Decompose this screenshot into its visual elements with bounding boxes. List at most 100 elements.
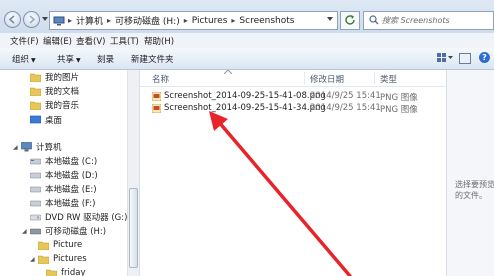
column-header-name[interactable]: 名称 bbox=[152, 73, 169, 85]
menu-edit[interactable]: 编辑(E) bbox=[43, 35, 72, 47]
png-file-icon bbox=[152, 92, 161, 101]
tree-item-label: 可移动磁盘 (H:) bbox=[45, 226, 107, 237]
refresh-icon bbox=[345, 15, 355, 25]
drive-icon bbox=[30, 158, 41, 164]
address-dropdown-icon[interactable] bbox=[327, 17, 333, 21]
desktop-icon bbox=[30, 115, 41, 123]
dropdown-arrow-icon: ▼ bbox=[31, 57, 36, 64]
tree-item-label: 计算机 bbox=[36, 142, 62, 153]
tree-item-drive-e[interactable]: 本地磁盘 (E:) bbox=[30, 182, 97, 195]
tree-item-removable-drive-h[interactable]: 可移动磁盘 (H:) bbox=[30, 224, 106, 237]
breadcrumb-item-computer[interactable]: 计算机 bbox=[73, 14, 106, 27]
burn-button[interactable]: 刻录 bbox=[97, 53, 114, 65]
tree-item-drive-c[interactable]: 本地磁盘 (C:) bbox=[30, 154, 97, 167]
music-folder-icon bbox=[30, 101, 41, 110]
file-name: Screenshot_2014-09-25-15-41-34.png bbox=[164, 103, 326, 113]
file-row[interactable]: Screenshot_2014-09-25-15-41-34.png 2014/… bbox=[140, 102, 446, 115]
png-file-icon bbox=[152, 104, 161, 113]
refresh-button[interactable] bbox=[340, 11, 360, 30]
command-toolbar: 组织 ▼ 共享 ▼ 刻录 新建文件夹 ? bbox=[0, 48, 494, 70]
tree-item-my-documents[interactable]: 我的文档 bbox=[30, 84, 79, 97]
menu-view[interactable]: 查看(V) bbox=[76, 35, 105, 47]
pictures-folder-icon bbox=[30, 73, 41, 82]
tree-item-label: 本地磁盘 (C:) bbox=[45, 156, 98, 167]
tree-item-label: 本地磁盘 (E:) bbox=[45, 184, 97, 195]
preview-pane-toggle-button[interactable] bbox=[459, 53, 471, 64]
file-name: Screenshot_2014-09-25-15-41-08.png bbox=[164, 91, 326, 101]
tree-item-computer[interactable]: 计算机 bbox=[21, 140, 62, 153]
collapse-computer-icon[interactable]: ◢ bbox=[13, 144, 18, 151]
breadcrumb-item-removable-drive[interactable]: 可移动磁盘 (H:) bbox=[112, 14, 183, 27]
recent-pages-dropdown-icon[interactable] bbox=[42, 17, 48, 21]
breadcrumb-item-pictures[interactable]: Pictures bbox=[189, 16, 231, 26]
share-label: 共享 bbox=[57, 55, 75, 65]
tree-item-label: 本地磁盘 (F:) bbox=[45, 198, 96, 209]
search-icon bbox=[369, 15, 379, 28]
tree-item-desktop[interactable]: 桌面 bbox=[30, 113, 62, 126]
forward-button[interactable] bbox=[23, 11, 40, 28]
menu-tools[interactable]: 工具(T) bbox=[110, 35, 139, 47]
column-header-date[interactable]: 修改日期 bbox=[310, 73, 344, 85]
drive-icon bbox=[30, 172, 41, 178]
preview-hint-text: 选择要预览的文件。 bbox=[455, 180, 494, 200]
dropdown-arrow-icon: ▼ bbox=[76, 57, 81, 64]
folder-icon bbox=[38, 241, 49, 250]
navigation-pane: 我的图片 我的文档 我的音乐 桌面 ◢ 计算机 本地磁盘 (C:) 本地磁盘 (… bbox=[0, 70, 140, 276]
drive-icon bbox=[30, 186, 41, 192]
address-row: ▸ 计算机 ▸ 可移动磁盘 (H:) ▸ Pictures ▸ Screensh… bbox=[0, 0, 494, 33]
share-button[interactable]: 共享 ▼ bbox=[57, 53, 81, 65]
computer-icon bbox=[53, 16, 65, 25]
help-icon[interactable]: ? bbox=[479, 52, 490, 63]
back-button[interactable] bbox=[4, 11, 21, 28]
view-options-icon bbox=[437, 53, 453, 62]
menu-help[interactable]: 帮助(H) bbox=[144, 35, 174, 47]
removable-drive-icon bbox=[30, 228, 41, 234]
tree-item-label: Picture bbox=[53, 239, 83, 250]
tree-item-drive-f[interactable]: 本地磁盘 (F:) bbox=[30, 196, 95, 209]
computer-icon bbox=[21, 141, 32, 151]
tree-item-label: 本地磁盘 (D:) bbox=[45, 170, 98, 181]
breadcrumb[interactable]: ▸ 计算机 ▸ 可移动磁盘 (H:) ▸ Pictures ▸ Screensh… bbox=[49, 11, 338, 30]
header-divider bbox=[140, 86, 446, 87]
tree-item-label: Pictures bbox=[53, 253, 87, 264]
folder-icon bbox=[38, 255, 49, 264]
tree-item-label: DVD RW 驱动器 (G:) bbox=[45, 212, 128, 223]
tree-item-my-music[interactable]: 我的音乐 bbox=[30, 98, 79, 111]
change-view-button[interactable] bbox=[437, 53, 453, 66]
preview-pane: 选择要预览的文件。 bbox=[446, 70, 494, 276]
file-date: 2014/9/25 15:41 bbox=[310, 103, 381, 113]
breadcrumb-item-screenshots[interactable]: Screenshots bbox=[236, 16, 297, 26]
scrollbar-thumb[interactable] bbox=[129, 188, 138, 268]
documents-folder-icon bbox=[30, 87, 41, 96]
tree-item-pictures-folder[interactable]: Pictures bbox=[38, 252, 87, 265]
sort-ascending-icon bbox=[224, 70, 232, 74]
column-divider[interactable] bbox=[304, 72, 305, 84]
tree-item-label: 我的图片 bbox=[45, 72, 80, 83]
column-header-type[interactable]: 类型 bbox=[380, 73, 397, 85]
collapse-pictures-icon[interactable]: ◢ bbox=[30, 256, 35, 263]
tree-item-dvd-drive-g[interactable]: DVD RW 驱动器 (G:) bbox=[30, 210, 127, 223]
menu-file[interactable]: 文件(F) bbox=[10, 35, 39, 47]
menu-bar: 文件(F) 编辑(E) 查看(V) 工具(T) 帮助(H) bbox=[0, 33, 494, 49]
new-folder-button[interactable]: 新建文件夹 bbox=[131, 53, 174, 65]
collapse-removable-drive-icon[interactable]: ◢ bbox=[22, 228, 27, 235]
tree-item-picture-folder[interactable]: Picture bbox=[38, 238, 82, 251]
search-input[interactable] bbox=[382, 13, 490, 28]
column-divider[interactable] bbox=[374, 72, 375, 84]
tree-item-label: friday bbox=[61, 267, 86, 276]
organize-button[interactable]: 组织 ▼ bbox=[12, 53, 36, 65]
folder-icon bbox=[46, 269, 57, 276]
navigation-pane-scrollbar[interactable] bbox=[127, 70, 139, 276]
forward-arrow-icon bbox=[29, 15, 36, 24]
search-box[interactable] bbox=[363, 11, 494, 30]
tree-item-label: 桌面 bbox=[45, 115, 63, 126]
file-type: PNG 图像 bbox=[380, 105, 418, 115]
back-arrow-icon bbox=[8, 15, 15, 24]
dvd-drive-icon bbox=[30, 214, 41, 220]
file-date: 2014/9/25 15:41 bbox=[310, 91, 381, 101]
tree-item-friday-folder[interactable]: friday bbox=[46, 266, 85, 276]
tree-item-drive-d[interactable]: 本地磁盘 (D:) bbox=[30, 168, 98, 181]
tree-item-my-pictures[interactable]: 我的图片 bbox=[30, 70, 79, 83]
tree-item-label: 我的文档 bbox=[45, 86, 80, 97]
tree-item-label: 我的音乐 bbox=[45, 100, 80, 111]
